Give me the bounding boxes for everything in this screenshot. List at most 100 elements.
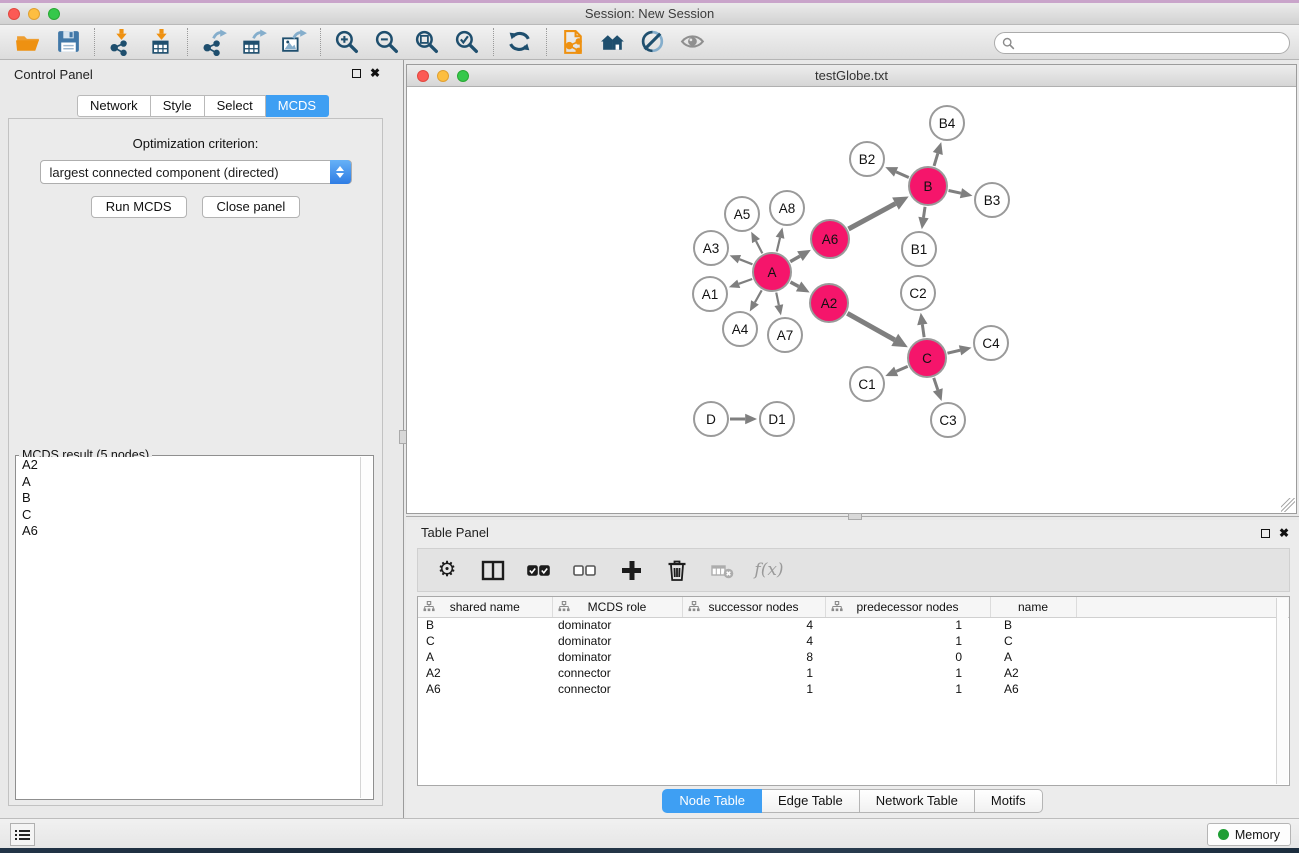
network-zoom-button[interactable] [457,70,469,82]
edge-D-D1[interactable] [730,414,757,424]
node-D1[interactable]: D1 [760,402,794,436]
zoom-fit-button[interactable] [407,27,447,57]
cell[interactable]: 4 [682,617,825,633]
cell[interactable]: 1 [825,617,990,633]
node-C4[interactable]: C4 [974,326,1008,360]
edge-B-B3[interactable] [949,188,973,198]
node-A[interactable]: A [753,253,791,291]
zoom-in-button[interactable] [327,27,367,57]
cell[interactable]: 1 [825,633,990,649]
memory-button[interactable]: Memory [1207,823,1291,846]
node-A3[interactable]: A3 [694,231,728,265]
tab-style[interactable]: Style [151,95,205,117]
node-A4[interactable]: A4 [723,312,757,346]
export-image-button[interactable] [274,27,314,57]
edge-B-B4[interactable] [933,142,943,166]
cell[interactable]: 0 [825,649,990,665]
edge-A-A6[interactable] [790,250,811,262]
trash-icon[interactable] [664,557,690,583]
horizontal-splitter[interactable] [406,516,1299,517]
cell[interactable]: connector [552,681,682,697]
result-scrollbar[interactable] [360,457,372,798]
search-field[interactable] [994,32,1290,54]
node-A8[interactable]: A8 [770,191,804,225]
edge-C-C2[interactable] [917,313,927,337]
close-panel-icon[interactable]: ✖ [370,68,380,78]
node-C1[interactable]: C1 [850,367,884,401]
edge-A6-B[interactable] [848,196,908,229]
node-C2[interactable]: C2 [901,276,935,310]
refresh-button[interactable] [500,27,540,57]
edge-C-C4[interactable] [947,345,971,355]
document-network-button[interactable] [553,27,593,57]
edge-C-C1[interactable] [885,366,907,376]
tab-network-table[interactable]: Network Table [860,789,975,813]
edge-A-A4[interactable] [750,290,762,311]
edge-A-A1[interactable] [729,279,752,288]
search-input[interactable] [1015,34,1289,52]
tab-edge-table[interactable]: Edge Table [762,789,860,813]
node-A2[interactable]: A2 [810,284,848,322]
result-item[interactable]: A [17,474,360,491]
add-plus-icon[interactable] [618,557,644,583]
network-close-button[interactable] [417,70,429,82]
column-header-name[interactable]: name [990,597,1076,617]
node-B2[interactable]: B2 [850,142,884,176]
import-network-button[interactable] [101,27,141,57]
result-item[interactable]: A2 [17,457,360,474]
cell[interactable]: 8 [682,649,825,665]
open-folder-button[interactable] [8,27,48,57]
unchecked-pair-icon[interactable] [572,557,598,583]
node-B1[interactable]: B1 [902,232,936,266]
cell[interactable]: A2 [418,665,552,681]
edge-A-A3[interactable] [730,255,753,264]
node-A1[interactable]: A1 [693,277,727,311]
table-row[interactable]: A6connector11A6 [418,681,1289,697]
tab-mcds[interactable]: MCDS [266,95,329,117]
result-item[interactable]: C [17,507,360,524]
node-C[interactable]: C [908,339,946,377]
column-view-icon[interactable] [480,557,506,583]
table-row[interactable]: Adominator80A [418,649,1289,665]
export-table-button[interactable] [234,27,274,57]
checked-pair-icon[interactable] [526,557,552,583]
double-home-button[interactable] [593,27,633,57]
cell[interactable]: 1 [825,665,990,681]
cell[interactable]: connector [552,665,682,681]
tab-motifs[interactable]: Motifs [975,789,1043,813]
criterion-dropdown[interactable]: largest connected component (directed) [40,160,352,184]
cell[interactable]: dominator [552,649,682,665]
table-row[interactable]: Cdominator41C [418,633,1289,649]
close-panel-icon[interactable]: ✖ [1279,528,1289,538]
tab-select[interactable]: Select [205,95,266,117]
node-D[interactable]: D [694,402,728,436]
table-scrollbar[interactable] [1276,598,1288,784]
float-panel-icon[interactable] [1261,529,1270,538]
table-row[interactable]: A2connector11A2 [418,665,1289,681]
cell[interactable]: B [418,617,552,633]
slashed-circle-button[interactable] [633,27,673,57]
node-A6[interactable]: A6 [811,220,849,258]
table-row[interactable]: Bdominator41B [418,617,1289,633]
cell[interactable]: A6 [418,681,552,697]
export-network-button[interactable] [194,27,234,57]
run-mcds-button[interactable]: Run MCDS [91,196,187,218]
cell[interactable]: C [990,633,1076,649]
edge-C-C3[interactable] [933,378,943,401]
node-A7[interactable]: A7 [768,318,802,352]
cell[interactable]: dominator [552,617,682,633]
edge-A-A8[interactable] [776,227,785,251]
column-header-shared-name[interactable]: shared name [418,597,552,617]
import-table-button[interactable] [141,27,181,57]
task-history-button[interactable] [10,823,35,846]
float-panel-icon[interactable] [352,69,361,78]
cell[interactable]: B [990,617,1076,633]
cell[interactable]: A [418,649,552,665]
column-header-predecessor-nodes[interactable]: predecessor nodes [825,597,990,617]
edge-A-A5[interactable] [751,232,762,254]
close-panel-button[interactable]: Close panel [202,196,301,218]
cell[interactable]: C [418,633,552,649]
edge-A-A2[interactable] [790,282,809,293]
eye-button[interactable] [673,27,713,57]
result-item[interactable]: B [17,490,360,507]
